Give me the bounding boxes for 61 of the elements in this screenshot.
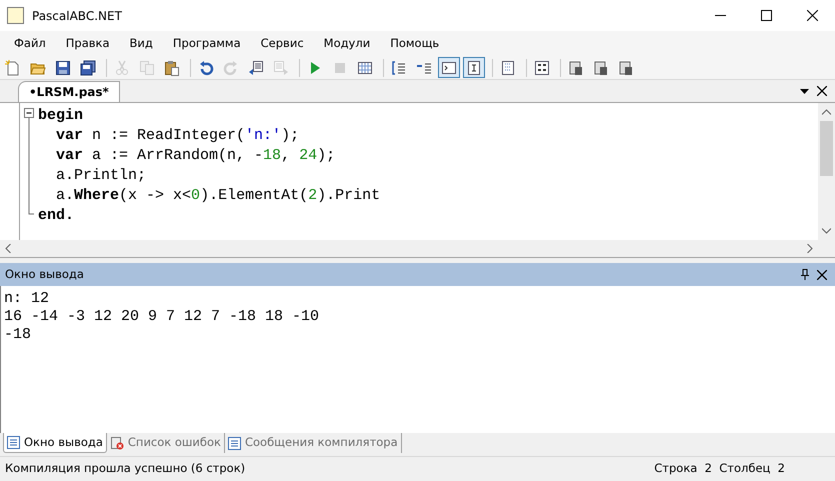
code-line: var n := ReadInteger('n:'); — [56, 126, 300, 146]
text-cursor-icon — [466, 60, 482, 76]
console-icon — [441, 60, 457, 76]
list-icon — [228, 436, 241, 450]
clipboard-icon — [164, 60, 180, 76]
close-icon[interactable] — [817, 270, 827, 280]
pin-icon[interactable] — [801, 269, 809, 280]
output-line: 16 -14 -3 12 20 9 7 12 7 -18 18 -10 — [4, 308, 320, 326]
undo-icon — [198, 60, 214, 76]
menu-item[interactable]: Вид — [122, 34, 161, 52]
panel-tab[interactable]: Список ошибок — [106, 433, 225, 453]
code-line: var a := ArrRandom(n, -18, 24); — [56, 146, 336, 166]
document-icon — [568, 60, 584, 76]
output-line: n: 12 — [4, 290, 50, 308]
floppy-disks-icon — [80, 60, 96, 76]
window-title: PascalABC.NET — [32, 8, 122, 24]
scroll-up-icon[interactable] — [822, 109, 831, 115]
code-line: a.Where(x -> x<0).ElementAt(2).Print — [56, 186, 380, 206]
clipboard-error-icon — [110, 436, 124, 450]
cursor-position: Строка 2 Столбец 2 — [654, 460, 785, 478]
app-logo-icon — [7, 7, 24, 24]
menu-item[interactable]: Файл — [6, 34, 54, 52]
menu-item[interactable]: Помощь — [382, 34, 448, 52]
document-lines-icon — [500, 60, 516, 76]
scroll-right-icon[interactable] — [807, 244, 813, 253]
menu-item[interactable]: Модули — [316, 34, 378, 52]
dropdown-arrow-icon[interactable] — [800, 88, 809, 94]
document-icon — [618, 60, 634, 76]
code-line: begin — [38, 106, 84, 126]
maximize-icon — [760, 10, 772, 21]
code-line: end. — [38, 206, 74, 226]
close-icon[interactable] — [817, 86, 827, 96]
file-tab[interactable]: •LRSM.pas* — [18, 81, 120, 102]
menu-item[interactable]: Правка — [58, 34, 118, 52]
indent-icon — [273, 60, 289, 76]
unindent-icon — [248, 60, 264, 76]
close-icon — [806, 10, 818, 21]
menu-item[interactable]: Сервис — [252, 34, 312, 52]
menu-item[interactable]: Программа — [164, 34, 249, 52]
panel-title: Окно вывода — [5, 266, 84, 283]
panel-tab[interactable]: Окно вывода — [3, 433, 107, 453]
scroll-down-icon[interactable] — [822, 228, 831, 234]
copy-icon — [139, 60, 155, 76]
output-line: -18 — [4, 326, 32, 344]
status-message: Компиляция прошла успешно (6 строк) — [5, 460, 246, 478]
panel-tab[interactable]: Сообщения компилятора — [224, 433, 402, 453]
toolbar-button[interactable] — [438, 57, 460, 78]
horizontal-scrollbar[interactable] — [0, 240, 835, 257]
scissors-icon — [114, 60, 130, 76]
document-icon — [593, 60, 609, 76]
code-line: a.Println; — [56, 166, 146, 186]
toolbar-button[interactable] — [463, 57, 485, 78]
code-icon — [534, 60, 550, 76]
bracket-lines-icon — [391, 60, 407, 76]
redo-icon — [223, 60, 239, 76]
code-editor[interactable]: begin var n := ReadInteger('n:'); var a := ArrRandom(n, -18, 24); a.Println; a.Where(x -> x<0).ElementAt(2).Print end. — [0, 103, 835, 258]
grid-icon — [357, 60, 373, 76]
list-icon — [7, 436, 20, 449]
vertical-scrollbar[interactable] — [818, 103, 835, 240]
new-file-icon — [5, 60, 21, 76]
scroll-left-icon[interactable] — [5, 244, 11, 253]
